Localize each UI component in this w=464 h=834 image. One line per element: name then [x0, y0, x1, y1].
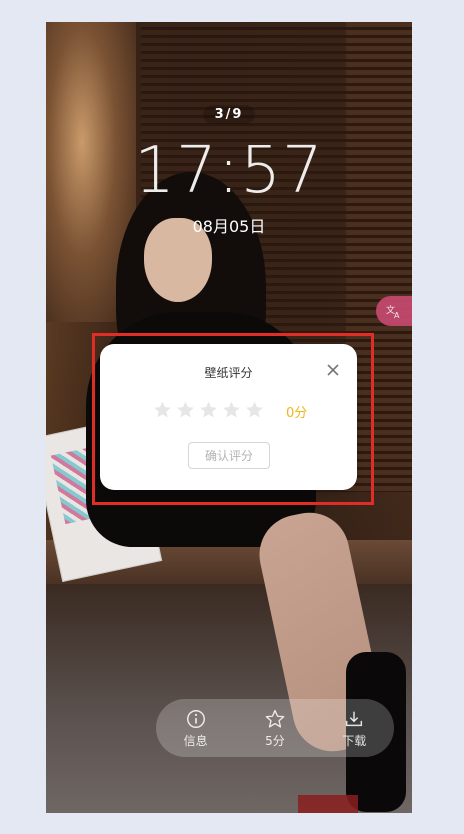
- translate-button[interactable]: 文 A: [376, 296, 412, 326]
- action-bar: 信息 5分 下载: [156, 699, 394, 757]
- star-icon[interactable]: [175, 400, 196, 420]
- translate-icon: 文 A: [386, 304, 400, 319]
- confirm-rating-button[interactable]: 确认评分: [188, 442, 270, 469]
- rating-score: 0分: [286, 406, 308, 421]
- dialog-title: 壁纸评分: [204, 366, 253, 380]
- star-icon: [265, 709, 285, 728]
- star-icon[interactable]: [244, 400, 265, 420]
- lockscreen-time: 17:57: [134, 134, 324, 208]
- close-icon: [327, 364, 339, 376]
- rate-button[interactable]: 5分: [245, 708, 305, 749]
- rating-stars: [152, 400, 265, 420]
- info-icon: [186, 709, 205, 728]
- info-label: 信息: [183, 733, 208, 748]
- star-icon[interactable]: [152, 400, 173, 420]
- svg-text:A: A: [394, 311, 400, 319]
- wallpaper-bottom-strip: [298, 795, 358, 813]
- download-icon: [346, 711, 363, 726]
- rate-label: 5分: [265, 733, 285, 748]
- lockscreen-date: 08月05日: [192, 217, 266, 236]
- star-icon[interactable]: [221, 400, 242, 420]
- rating-dialog: 壁纸评分 0分 确认评分: [100, 344, 357, 490]
- close-button[interactable]: [325, 362, 341, 378]
- page-counter-text: 3/9: [202, 105, 256, 124]
- download-button[interactable]: 下载: [324, 708, 384, 749]
- info-button[interactable]: 信息: [166, 708, 226, 749]
- star-icon[interactable]: [198, 400, 219, 420]
- page-counter: 3/9: [46, 105, 412, 124]
- download-label: 下载: [342, 733, 367, 748]
